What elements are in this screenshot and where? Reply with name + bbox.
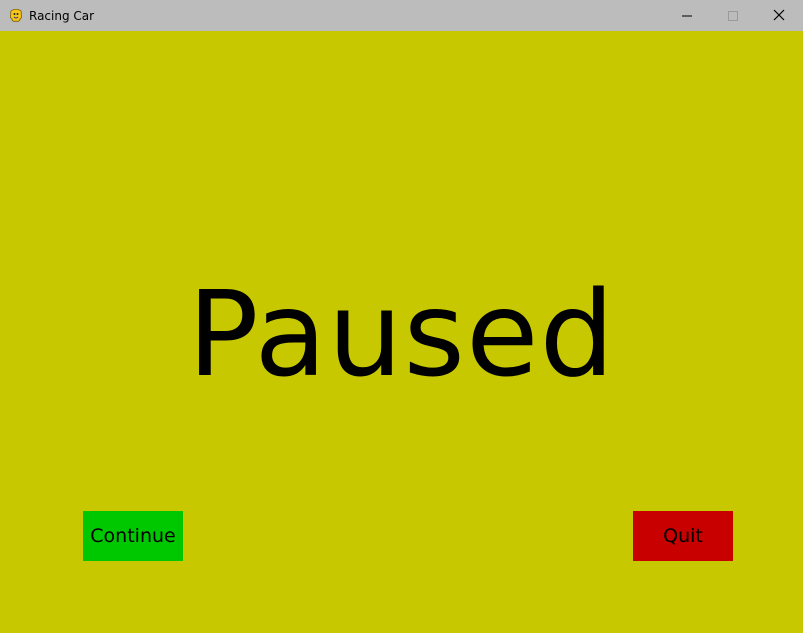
close-icon [773,6,785,25]
game-canvas: Paused Continue Quit [0,31,803,633]
paused-title: Paused [187,265,616,403]
continue-button[interactable]: Continue [83,511,183,561]
minimize-icon [682,6,692,25]
app-window: Racing Car Paused Continue Quit [0,0,803,633]
window-titlebar[interactable]: Racing Car [0,0,803,31]
maximize-button[interactable] [710,0,756,31]
minimize-button[interactable] [664,0,710,31]
quit-button-label: Quit [663,525,703,547]
maximize-icon [728,6,738,25]
pygame-snake-icon [8,8,24,24]
close-button[interactable] [756,0,802,31]
quit-button[interactable]: Quit [633,511,733,561]
window-title: Racing Car [29,9,95,23]
continue-button-label: Continue [90,525,176,547]
